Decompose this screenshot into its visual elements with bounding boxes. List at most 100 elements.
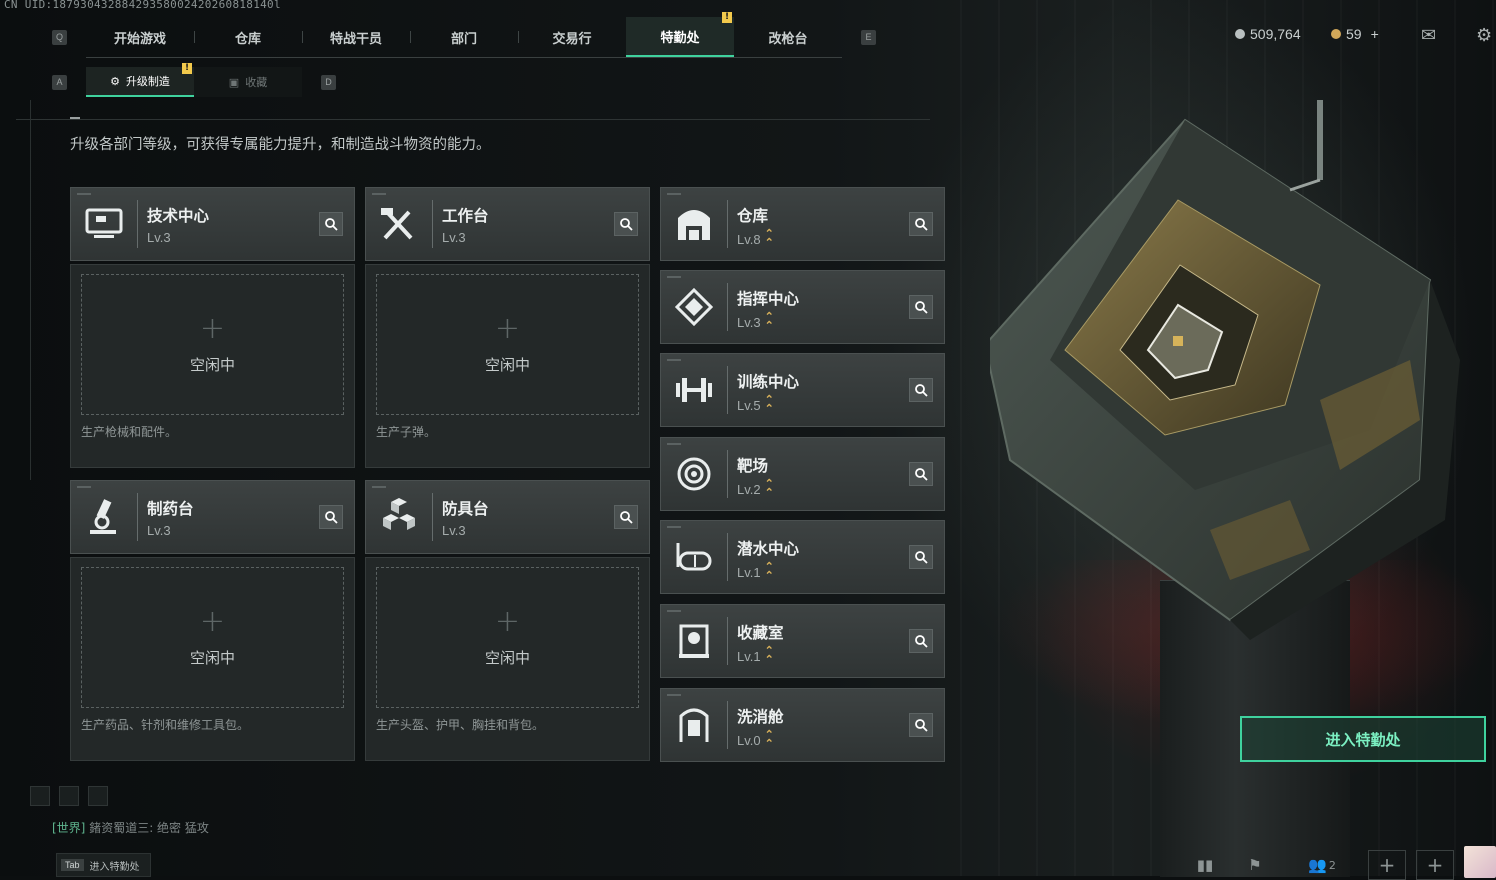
facility-level: Lv.2 ⌃ ⌃	[737, 479, 774, 499]
card-tag	[667, 526, 681, 528]
tab-operators[interactable]: 特战干员	[302, 17, 410, 57]
bond-balance[interactable]: 59 +	[1331, 26, 1379, 42]
tab-special-ops[interactable]: 特勤处 !	[626, 12, 734, 57]
level-text: Lv.3	[147, 230, 171, 245]
level-text: Lv.0	[737, 732, 761, 748]
facility-card-command-center[interactable]: 指挥中心 Lv.3 ⌃ ⌃	[660, 270, 945, 344]
search-icon	[325, 218, 338, 231]
level-text: Lv.3	[737, 314, 761, 330]
world-chat-line[interactable]: [世界] 鍺资蜀道三: 绝密 猛攻	[52, 819, 209, 836]
facility-card-diving-center[interactable]: 潜水中心 Lv.1 ⌃ ⌃	[660, 520, 945, 594]
inspect-button[interactable]	[909, 629, 933, 653]
coin-icon	[1235, 29, 1245, 39]
flag-icon[interactable]: ⚑	[1240, 852, 1270, 878]
display-case-icon	[671, 621, 717, 661]
settings-gear-icon[interactable]: ⚙	[1476, 25, 1492, 46]
avatar[interactable]	[1464, 846, 1496, 878]
facility-name: 指挥中心	[737, 290, 800, 308]
facility-card-collection-room[interactable]: 收藏室 Lv.1 ⌃ ⌃	[660, 604, 945, 678]
production-slot-tech-center: + 空闲中 生产枪械和配件。	[70, 264, 355, 468]
tab-hint-label: 进入特勤处	[89, 861, 140, 873]
inspect-button[interactable]	[909, 713, 933, 737]
facility-card-shooting-range[interactable]: 靶场 Lv.2 ⌃ ⌃	[660, 437, 945, 511]
card-tag	[667, 276, 681, 278]
tab-label: 改枪台	[768, 31, 808, 47]
quick-slot-button[interactable]	[30, 786, 50, 806]
inspect-button[interactable]	[909, 462, 933, 486]
subnav-right-key[interactable]: D	[321, 75, 336, 90]
level-text: Lv.3	[442, 230, 466, 245]
idle-slot[interactable]: + 空闲中	[81, 274, 344, 415]
inspect-button[interactable]	[909, 295, 933, 319]
inspect-button[interactable]	[909, 212, 933, 236]
mail-icon[interactable]: ✉	[1421, 25, 1436, 46]
command-icon	[671, 287, 717, 327]
level-text: Lv.3	[147, 523, 171, 538]
facility-card-decon-pod[interactable]: 洗消舱 Lv.0 ⌃ ⌃	[660, 688, 945, 762]
card-separator	[137, 200, 138, 248]
inspect-button[interactable]	[319, 212, 343, 236]
card-separator	[727, 617, 728, 665]
inspect-button[interactable]	[909, 545, 933, 569]
subtab-label: 收藏	[245, 76, 268, 89]
frame-line	[30, 100, 31, 480]
tab-start-game[interactable]: 开始游戏	[86, 17, 194, 57]
card-tag	[667, 193, 681, 195]
dept-card-workbench[interactable]: 工作台 Lv.3	[365, 187, 650, 261]
tab-trading[interactable]: 交易行	[518, 17, 626, 57]
craft-gear-icon: ⚙	[110, 74, 120, 88]
search-icon	[325, 511, 338, 524]
tab-label: 开始游戏	[113, 31, 166, 47]
add-icon: +	[199, 604, 226, 639]
level-text: Lv.1	[737, 648, 761, 664]
search-icon	[620, 511, 633, 524]
player-uid: CN UID:18793043288429358002420260818140l	[4, 0, 281, 11]
production-description: 生产药品、针剂和维修工具包。	[81, 718, 250, 732]
idle-slot[interactable]: + 空闲中	[376, 567, 639, 708]
tab-gunsmith[interactable]: 改枪台	[734, 17, 842, 57]
facility-name: 洗消舱	[737, 708, 784, 726]
add-currency-button[interactable]: +	[1371, 26, 1379, 42]
card-tag	[667, 359, 681, 361]
enter-special-ops-button[interactable]: 进入特勤处	[1240, 716, 1486, 762]
stats-bar-chart-icon[interactable]: ▮▮	[1190, 852, 1220, 878]
facility-name: 仓库	[737, 207, 769, 225]
inspect-button[interactable]	[614, 212, 638, 236]
dept-card-armor-bench[interactable]: 防具台 Lv.3	[365, 480, 650, 554]
nav-left-key[interactable]: Q	[52, 30, 67, 45]
level-text: Lv.1	[737, 564, 761, 580]
tab-warehouse[interactable]: 仓库	[194, 17, 302, 57]
idle-slot[interactable]: + 空闲中	[376, 274, 639, 415]
facility-name: 靶场	[737, 457, 769, 475]
warehouse-icon	[671, 204, 717, 244]
friends-icon[interactable]: 👥 2	[1302, 852, 1342, 878]
dumbbell-icon	[671, 370, 717, 410]
subnav-left-key[interactable]: A	[52, 75, 67, 90]
nav-right-key[interactable]: E	[861, 30, 876, 45]
inspect-button[interactable]	[909, 378, 933, 402]
monitor-icon	[81, 204, 127, 244]
inspect-button[interactable]	[614, 505, 638, 529]
quick-slot-button[interactable]	[59, 786, 79, 806]
search-icon	[915, 468, 928, 481]
facility-name: 收藏室	[737, 624, 784, 642]
subtab-collection[interactable]: ▣ 收藏	[194, 67, 302, 97]
production-slot-armor-bench: + 空闲中 生产头盔、护甲、胸挂和背包。	[365, 557, 650, 761]
dept-card-tech-center[interactable]: 技术中心 Lv.3	[70, 187, 355, 261]
card-separator	[727, 200, 728, 248]
subtab-upgrade-craft[interactable]: ⚙ 升级制造 !	[86, 63, 194, 97]
facility-card-warehouse[interactable]: 仓库 Lv.8 ⌃ ⌃	[660, 187, 945, 261]
facility-card-training-center[interactable]: 训练中心 Lv.5 ⌃ ⌃	[660, 353, 945, 427]
target-icon	[671, 454, 717, 494]
search-icon	[915, 719, 928, 732]
card-separator	[727, 283, 728, 331]
quick-slot-button[interactable]	[88, 786, 108, 806]
idle-slot[interactable]: + 空闲中	[81, 567, 344, 708]
microscope-icon	[81, 497, 127, 537]
tab-department[interactable]: 部门	[410, 17, 518, 57]
inspect-button[interactable]	[319, 505, 343, 529]
dept-name: 技术中心	[147, 207, 210, 225]
dept-card-pharmacy[interactable]: 制药台 Lv.3	[70, 480, 355, 554]
alert-badge: !	[182, 63, 192, 74]
tab-hint[interactable]: Tab 进入特勤处	[56, 853, 151, 877]
